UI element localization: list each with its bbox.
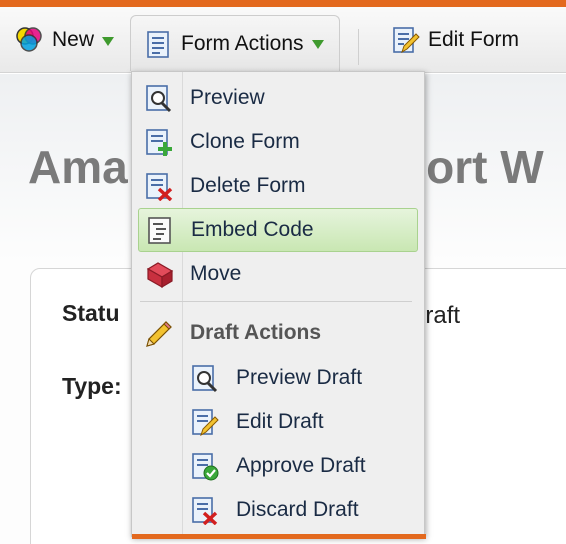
form-actions-button[interactable]: Form Actions bbox=[130, 15, 340, 71]
menu-item-label: Embed Code bbox=[191, 218, 314, 241]
menu-item-embed-code[interactable]: Embed Code bbox=[138, 208, 418, 252]
edit-form-button[interactable]: Edit Form bbox=[390, 17, 519, 63]
status-label: Statu bbox=[62, 300, 120, 326]
top-accent-stripe bbox=[0, 0, 566, 7]
menu-item-label: Delete Form bbox=[190, 174, 306, 197]
form-icon bbox=[143, 29, 173, 59]
delete-icon bbox=[144, 171, 174, 202]
menu-item-label: Move bbox=[190, 262, 242, 285]
move-icon bbox=[144, 259, 174, 289]
menu-item-clone-form[interactable]: Clone Form bbox=[132, 120, 424, 164]
edit-form-label: Edit Form bbox=[428, 28, 520, 51]
edit-icon bbox=[390, 25, 420, 55]
menu-item-edit-draft[interactable]: Edit Draft bbox=[132, 400, 424, 444]
discard-icon bbox=[190, 495, 220, 526]
menu-item-label: Clone Form bbox=[190, 130, 300, 153]
menu-item-label: Preview Draft bbox=[236, 366, 363, 389]
chevron-down-icon bbox=[102, 36, 115, 46]
draft-actions-label: Draft Actions bbox=[190, 321, 322, 344]
menu-item-preview[interactable]: Preview bbox=[132, 76, 424, 120]
toolbar: New Form Actions Edit Form bbox=[0, 7, 566, 73]
toolbar-divider bbox=[358, 29, 359, 65]
menu-item-discard-draft[interactable]: Discard Draft bbox=[132, 488, 424, 532]
form-actions-menu: Preview Clone Form Delete Form Embed Cod… bbox=[131, 71, 426, 539]
new-button-label: New bbox=[52, 28, 95, 51]
menu-item-approve-draft[interactable]: Approve Draft bbox=[132, 444, 424, 488]
menu-item-delete-form[interactable]: Delete Form bbox=[132, 164, 424, 208]
menu-divider bbox=[140, 301, 412, 302]
menu-item-label: Discard Draft bbox=[236, 498, 359, 521]
color-wheel-icon bbox=[14, 25, 44, 55]
clone-icon bbox=[144, 127, 174, 157]
menu-item-preview-draft[interactable]: Preview Draft bbox=[132, 356, 424, 400]
approve-icon bbox=[190, 451, 220, 481]
edit-icon bbox=[190, 407, 220, 437]
menu-item-label: Preview bbox=[190, 86, 265, 109]
pencil-icon bbox=[144, 318, 174, 348]
menu-item-label: Approve Draft bbox=[236, 454, 366, 477]
embed-code-icon bbox=[145, 215, 175, 245]
draft-actions-header: Draft Actions bbox=[132, 314, 424, 352]
type-label: Type: bbox=[62, 373, 122, 399]
form-actions-label: Form Actions bbox=[181, 31, 304, 55]
menu-bottom-accent bbox=[132, 534, 426, 539]
menu-item-label: Edit Draft bbox=[236, 410, 324, 433]
new-button[interactable]: New bbox=[14, 17, 115, 63]
menu-item-move[interactable]: Move bbox=[132, 252, 424, 296]
page-title-left: Ama bbox=[28, 141, 128, 193]
preview-icon bbox=[144, 83, 174, 113]
chevron-down-icon bbox=[311, 40, 324, 49]
preview-icon bbox=[190, 363, 220, 393]
